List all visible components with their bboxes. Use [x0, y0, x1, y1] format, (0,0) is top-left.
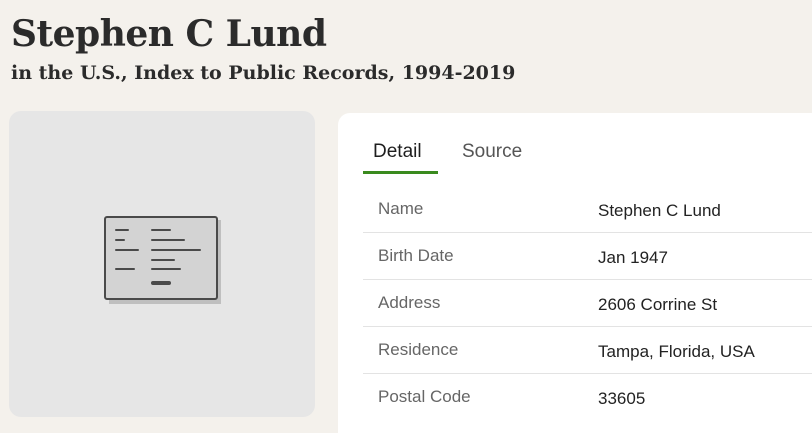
- detail-row-residence: Residence Tampa, Florida, USA: [363, 327, 812, 374]
- field-label: Birth Date: [378, 246, 454, 265]
- tab-source-label: Source: [462, 141, 523, 162]
- field-value: 33605: [598, 389, 646, 408]
- field-value: 2606 Corrine St: [598, 295, 718, 314]
- page-title: Stephen C Lund: [11, 13, 327, 55]
- detail-table: Name Stephen C Lund Birth Date Jan 1947 …: [363, 186, 812, 420]
- record-detail-panel: Detail Source Name Stephen C Lund Birth …: [338, 113, 812, 433]
- field-value: Tampa, Florida, USA: [598, 342, 755, 361]
- collection-subtitle[interactable]: in the U.S., Index to Public Records, 19…: [11, 59, 515, 87]
- detail-row-postal-code: Postal Code 33605: [363, 374, 812, 420]
- tab-detail[interactable]: Detail: [373, 141, 422, 174]
- active-tab-indicator: [363, 171, 438, 174]
- field-label: Postal Code: [378, 387, 471, 406]
- field-label: Residence: [378, 340, 459, 359]
- tab-detail-label: Detail: [373, 141, 422, 162]
- record-image-card[interactable]: [9, 111, 315, 417]
- tab-source[interactable]: Source: [462, 141, 522, 174]
- detail-row-birth-date: Birth Date Jan 1947: [363, 233, 812, 280]
- field-label: Address: [378, 293, 441, 312]
- field-value: Jan 1947: [598, 248, 668, 267]
- field-value: Stephen C Lund: [598, 201, 721, 220]
- detail-row-address: Address 2606 Corrine St: [363, 280, 812, 327]
- record-document-icon: [104, 216, 221, 304]
- detail-row-name: Name Stephen C Lund: [363, 186, 812, 233]
- field-label: Name: [378, 199, 424, 218]
